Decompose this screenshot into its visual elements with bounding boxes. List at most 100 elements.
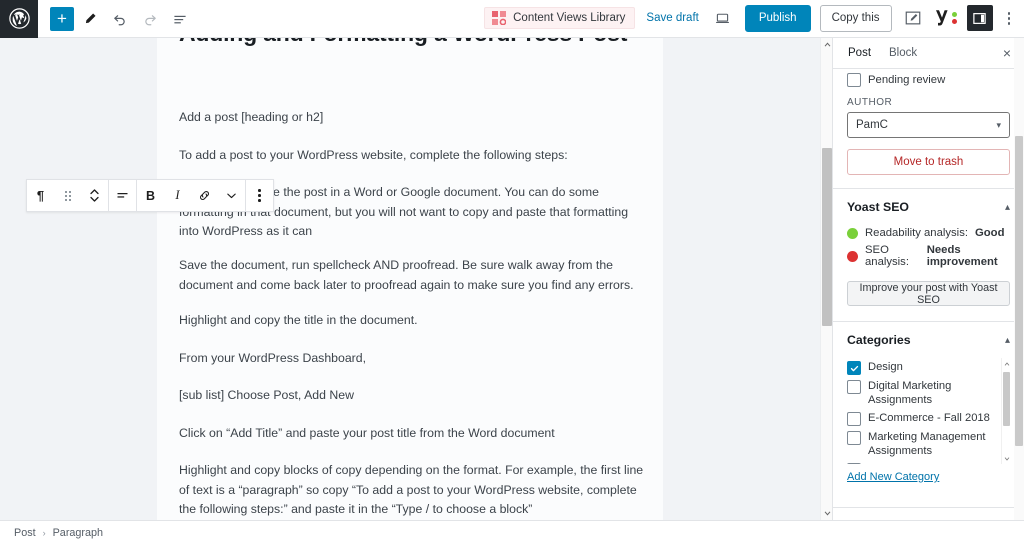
italic-button[interactable]: I bbox=[164, 180, 191, 211]
scroll-down-arrow-icon[interactable] bbox=[1002, 453, 1010, 464]
editor-scrollbar-thumb[interactable] bbox=[822, 148, 832, 326]
author-field-label: AUTHOR bbox=[847, 97, 893, 108]
scroll-up-arrow-icon[interactable] bbox=[1002, 358, 1010, 369]
post-title[interactable]: Adding and Formatting a WordPress Post bbox=[179, 38, 649, 47]
category-item[interactable]: E-Commerce - Fall 2018 bbox=[847, 409, 1000, 428]
sidebar-scroll-body: Pending review AUTHOR PamC ▾ Move to tra… bbox=[833, 71, 1024, 520]
sidebar-scrollbar[interactable] bbox=[1014, 38, 1024, 520]
settings-sidebar-toggle-button[interactable] bbox=[966, 5, 993, 32]
categories-panel-title: Categories bbox=[847, 333, 911, 347]
yoast-seo-button[interactable] bbox=[934, 6, 958, 30]
block-type-paragraph-button[interactable]: ¶ bbox=[27, 180, 54, 211]
chevron-down-icon: ▾ bbox=[996, 119, 1001, 130]
laptop-preview-icon bbox=[716, 13, 730, 23]
breadcrumb-item-paragraph[interactable]: Paragraph bbox=[53, 527, 103, 539]
editor-scrollbar[interactable] bbox=[820, 38, 832, 520]
align-text-button[interactable] bbox=[109, 180, 136, 211]
chevron-up-icon: ▴ bbox=[1004, 334, 1010, 346]
author-select[interactable]: PamC ▾ bbox=[847, 112, 1010, 138]
block-more-options-button[interactable] bbox=[246, 180, 273, 211]
more-formats-button[interactable] bbox=[218, 180, 245, 211]
editor-breadcrumb-bar: Post › Paragraph bbox=[0, 520, 1024, 545]
copy-this-button[interactable]: Copy this bbox=[819, 5, 892, 32]
chevron-up-icon: ▴ bbox=[1004, 201, 1010, 213]
seo-analysis-value: Needs improvement bbox=[926, 244, 998, 268]
tab-block[interactable]: Block bbox=[880, 40, 926, 66]
wordpress-logo-icon bbox=[8, 8, 30, 29]
list-view-icon bbox=[174, 15, 186, 23]
wordpress-block-editor: + Content Views Library Save draft Publi… bbox=[0, 0, 1024, 545]
block-format-toolbar: ¶ B I bbox=[26, 179, 274, 212]
publish-button[interactable]: Publish bbox=[744, 5, 811, 32]
paragraph-block[interactable]: [sub list] Choose Post, Add New bbox=[179, 386, 645, 406]
category-checkbox-checked[interactable] bbox=[847, 361, 861, 375]
readability-status-icon bbox=[847, 227, 858, 239]
yoast-logo-icon bbox=[935, 8, 957, 28]
edit-note-button[interactable] bbox=[901, 6, 925, 30]
more-options-button[interactable] bbox=[1002, 8, 1017, 29]
post-content-canvas[interactable]: Adding and Formatting a WordPress Post A… bbox=[157, 38, 663, 520]
add-new-category-link[interactable]: Add New Category bbox=[833, 464, 1024, 494]
paragraph-block[interactable]: Highlight and copy blocks of copy depend… bbox=[179, 461, 645, 520]
pending-review-label: Pending review bbox=[868, 73, 946, 86]
category-item[interactable]: Marketing Research - Summer 2018 bbox=[847, 460, 1000, 464]
chevron-updown-icon bbox=[90, 189, 99, 202]
category-item[interactable]: Marketing Management Assignments bbox=[847, 428, 1000, 460]
yoast-status-dot-green bbox=[951, 12, 957, 18]
link-button[interactable] bbox=[191, 180, 218, 211]
undo-button[interactable] bbox=[106, 5, 134, 33]
tags-panel-header[interactable]: Tags ▾ bbox=[833, 508, 1024, 520]
scroll-up-arrow-icon[interactable] bbox=[821, 38, 832, 51]
readability-analysis-value: Good bbox=[974, 227, 1005, 239]
yoast-status-dot-red bbox=[951, 19, 957, 25]
paragraph-block[interactable]: Click on “Add Title” and paste your post… bbox=[179, 424, 645, 444]
seo-analysis-label: SEO analysis: bbox=[865, 244, 909, 268]
link-icon bbox=[200, 191, 209, 200]
category-checkbox[interactable] bbox=[847, 463, 861, 464]
bold-button[interactable]: B bbox=[137, 180, 164, 211]
preview-button[interactable] bbox=[710, 5, 736, 31]
content-views-library-button[interactable]: Content Views Library bbox=[484, 7, 636, 30]
seo-analysis-row: SEO analysis: Needs improvement bbox=[833, 242, 1024, 271]
category-label: E-Commerce - Fall 2018 bbox=[868, 412, 990, 424]
category-checkbox[interactable] bbox=[847, 431, 861, 445]
wordpress-logo-button[interactable] bbox=[0, 0, 38, 38]
editor-tools-group: + bbox=[38, 5, 194, 33]
category-item[interactable]: Design bbox=[847, 358, 1000, 377]
move-to-trash-button[interactable]: Move to trash bbox=[847, 149, 1010, 175]
paragraph-block[interactable]: Save the document, run spellcheck AND pr… bbox=[179, 256, 645, 295]
breadcrumb-item-post[interactable]: Post bbox=[14, 527, 36, 539]
improve-post-yoast-button[interactable]: Improve your post with Yoast SEO bbox=[847, 281, 1010, 306]
content-views-grid-icon bbox=[492, 11, 507, 26]
sidebar-panel-icon bbox=[973, 13, 986, 24]
yoast-seo-panel-header[interactable]: Yoast SEO ▴ bbox=[833, 189, 1024, 225]
category-checkbox[interactable] bbox=[847, 412, 861, 426]
scroll-down-arrow-icon[interactable] bbox=[821, 507, 832, 520]
sidebar-scrollbar-thumb[interactable] bbox=[1015, 136, 1023, 446]
edit-mode-button[interactable] bbox=[76, 5, 104, 33]
categories-scrollbar[interactable] bbox=[1001, 358, 1010, 464]
redo-icon bbox=[145, 14, 156, 25]
move-block-updown-button[interactable] bbox=[81, 180, 108, 211]
seo-status-icon bbox=[847, 250, 858, 262]
category-checkbox[interactable] bbox=[847, 380, 861, 394]
paragraph-block[interactable]: To add a post to your WordPress website,… bbox=[179, 146, 645, 166]
add-block-button[interactable]: + bbox=[50, 6, 74, 31]
editor-canvas-area: Adding and Formatting a WordPress Post A… bbox=[0, 38, 832, 520]
save-draft-button[interactable]: Save draft bbox=[644, 8, 700, 28]
drag-handle-button[interactable] bbox=[54, 180, 81, 211]
tab-post[interactable]: Post bbox=[839, 40, 880, 66]
note-pencil-icon bbox=[905, 12, 920, 25]
pending-review-checkbox[interactable] bbox=[847, 72, 861, 87]
pending-review-row[interactable]: Pending review bbox=[833, 71, 1024, 88]
publish-tools-group: Content Views Library Save draft Publish… bbox=[484, 5, 1024, 32]
category-item[interactable]: Digital Marketing Assignments bbox=[847, 377, 1000, 409]
redo-button[interactable] bbox=[136, 5, 164, 33]
paragraph-block[interactable]: Highlight and copy the title in the docu… bbox=[179, 311, 645, 331]
paragraph-block[interactable]: From your WordPress Dashboard, bbox=[179, 349, 645, 369]
categories-panel-header[interactable]: Categories ▴ bbox=[833, 322, 1024, 358]
content-structure-button[interactable] bbox=[166, 5, 194, 33]
editor-top-toolbar: + Content Views Library Save draft Publi… bbox=[0, 0, 1024, 38]
categories-scrollbar-thumb[interactable] bbox=[1003, 372, 1010, 426]
paragraph-block[interactable]: Add a post [heading or h2] bbox=[179, 108, 645, 128]
